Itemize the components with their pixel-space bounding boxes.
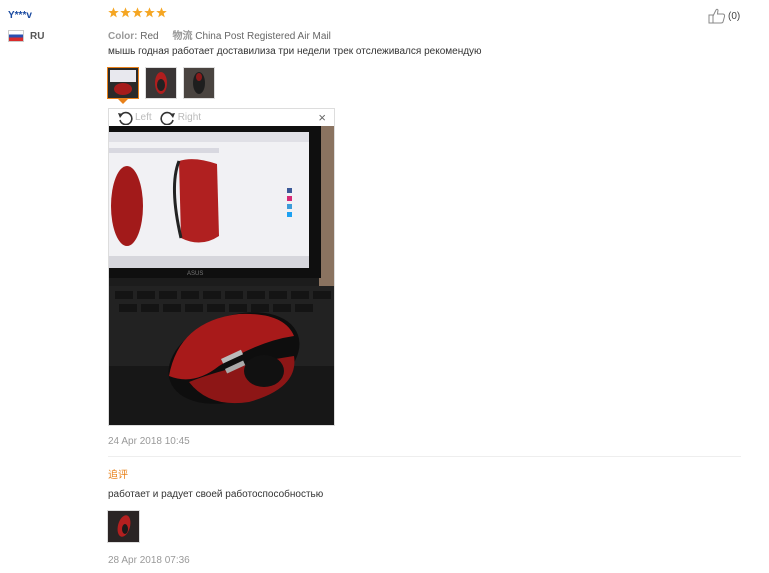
followup-date: 28 Apr 2018 07:36	[108, 555, 190, 566]
thumbs-up-icon	[708, 8, 726, 24]
helpful-count: (0)	[728, 10, 741, 22]
star-icon	[144, 7, 155, 18]
star-rating	[108, 7, 167, 18]
followup-label: 追评	[108, 470, 128, 481]
divider	[108, 456, 741, 457]
star-icon	[156, 7, 167, 18]
logistics-label: 物流	[172, 31, 193, 42]
review-photo-thumbnails	[107, 67, 215, 99]
logistics-value: China Post Registered Air Mail	[195, 31, 331, 42]
color-label: Color:	[108, 31, 138, 42]
rotate-left-icon	[118, 111, 133, 125]
rotate-right-button[interactable]: Right	[160, 111, 201, 125]
review-text: мышь годная работает доставилиза три нед…	[108, 46, 482, 57]
star-icon	[120, 7, 131, 18]
photo-thumbnail[interactable]	[107, 67, 139, 99]
rotate-left-button[interactable]: Left	[117, 111, 152, 125]
russia-flag-icon	[8, 30, 24, 42]
photo-viewer: Left Right × ASUS	[108, 108, 335, 426]
active-thumbnail-indicator	[118, 99, 128, 104]
viewer-toolbar: Left Right ×	[109, 109, 334, 126]
review-photo-large: ASUS	[109, 126, 334, 425]
color-value: Red	[140, 31, 159, 42]
helpful-button[interactable]: (0)	[708, 8, 740, 24]
reviewer-name[interactable]: Y***v	[8, 10, 32, 21]
rotate-right-icon	[160, 111, 175, 125]
svg-text:ASUS: ASUS	[187, 271, 203, 277]
photo-thumbnail[interactable]	[183, 67, 215, 99]
star-icon	[132, 7, 143, 18]
rotate-left-label: Left	[135, 112, 152, 123]
country-code: RU	[30, 30, 45, 42]
followup-text: работает и радует своей работоспособност…	[108, 489, 324, 500]
followup-photo-thumbnail[interactable]	[107, 510, 140, 543]
rotate-right-label: Right	[177, 112, 202, 123]
order-attributes: Color: Red 物流 China Post Registered Air …	[108, 27, 331, 42]
reviewer-country: RU	[8, 30, 44, 42]
photo-thumbnail[interactable]	[145, 67, 177, 99]
close-viewer-button[interactable]: ×	[318, 110, 326, 125]
review-date: 24 Apr 2018 10:45	[108, 436, 190, 447]
star-icon	[108, 7, 119, 18]
